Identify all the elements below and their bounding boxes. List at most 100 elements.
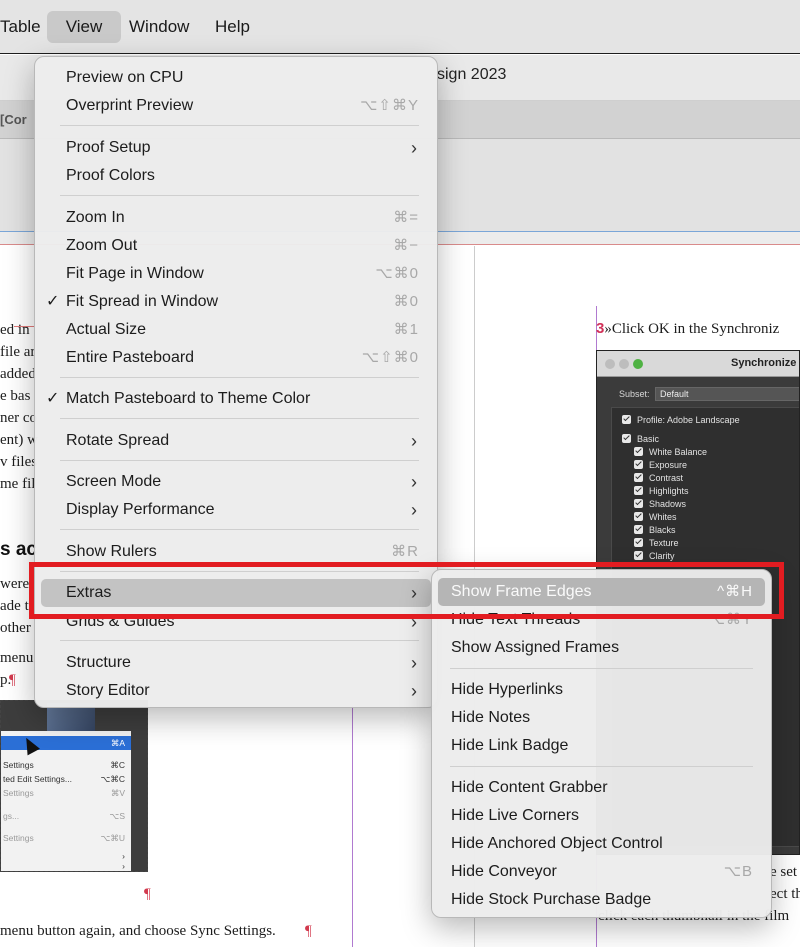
menu-item-overprint-preview[interactable]: Overprint Preview ⌥⇧⌘Y — [41, 92, 431, 120]
context-menu-item: Settings ⌘C — [3, 760, 125, 770]
paragraph-mark: ¶ — [144, 886, 151, 902]
extras-submenu: Hide Text Threads ⌥⌘Y Show Frame Edges ^⌘H… — [431, 569, 772, 918]
close-dot-icon — [605, 359, 615, 369]
menu-item-show-assigned-frames[interactable]: Show Assigned Frames — [438, 634, 765, 662]
checkbox-icon — [634, 460, 643, 469]
menu-item-label: Hide Notes — [451, 709, 531, 726]
menu-item-label: Actual Size — [66, 321, 147, 338]
sync-item: Texture — [634, 538, 679, 548]
menu-item-hide-conveyor[interactable]: Hide Conveyor ⌥B — [438, 858, 765, 886]
sync-item-label: Whites — [649, 512, 677, 522]
body-line: ner co — [0, 410, 38, 426]
context-menu-item: › — [122, 861, 125, 871]
zoom-dot-icon — [633, 359, 643, 369]
sync-item-label: Contrast — [649, 473, 684, 483]
sync-item: White Balance — [634, 447, 707, 457]
menu-item-label: Proof Colors — [66, 167, 155, 184]
shortcut: ⌘= — [393, 209, 419, 226]
body-line: ed in — [0, 322, 30, 338]
body-line: ent) w — [0, 432, 38, 448]
menu-item-match-pasteboard[interactable]: ✓ Match Pasteboard to Theme Color — [41, 385, 431, 413]
minimize-dot-icon — [619, 359, 629, 369]
sync-item: Clarity — [634, 551, 675, 561]
menu-item-label: Hide Conveyor — [451, 863, 557, 880]
document-tab[interactable]: [Cor — [0, 112, 27, 127]
step-line: 3»Click OK in the Synchroniz — [596, 320, 779, 338]
checkbox-icon — [634, 525, 643, 534]
chevron-right-icon: › — [411, 653, 417, 673]
menu-item-zoom-in[interactable]: Zoom In ⌘= — [41, 204, 431, 232]
column-guide — [352, 706, 353, 947]
subset-label: Subset: — [619, 389, 650, 399]
menu-item-label: Match Pasteboard to Theme Color — [66, 390, 311, 407]
menu-item-hide-link-badge[interactable]: Hide Link Badge — [438, 732, 765, 760]
sync-item-label: Highlights — [649, 486, 689, 496]
menu-item-proof-colors[interactable]: Proof Colors — [41, 162, 431, 190]
menu-separator — [60, 640, 419, 641]
chevron-right-icon: › — [411, 500, 417, 520]
menu-item-label: Show Assigned Frames — [451, 639, 620, 656]
menu-item-hide-notes[interactable]: Hide Notes — [438, 704, 765, 732]
context-menu: ⌘A Settings ⌘C ted Edit Settings... ⌥⌘C Se… — [1, 731, 131, 871]
body-line: ade t — [0, 598, 29, 614]
menu-item-story-editor[interactable]: Story Editor › — [41, 677, 431, 705]
menu-item-label: Hide Anchored Object Control — [451, 835, 663, 852]
menu-separator — [60, 377, 419, 378]
highlight-callout — [29, 562, 784, 619]
shortcut: ⌘0 — [393, 293, 419, 310]
shortcut: ⌥B — [723, 863, 753, 880]
body-line: added — [0, 366, 36, 382]
menu-item-hide-stock-purchase-badge[interactable]: Hide Stock Purchase Badge — [438, 886, 765, 914]
menu-item-actual-size[interactable]: Actual Size ⌘1 — [41, 316, 431, 344]
menu-item-label: Fit Spread in Window — [66, 293, 219, 310]
menu-item-fit-spread[interactable]: ✓ Fit Spread in Window ⌘0 — [41, 288, 431, 316]
context-menu-image[interactable]: ⌘A Settings ⌘C ted Edit Settings... ⌥⌘C Se… — [0, 700, 148, 872]
menu-window[interactable]: Window — [119, 11, 199, 43]
menu-help[interactable]: Help — [205, 11, 260, 43]
paragraph-mark: ¶ — [9, 672, 16, 688]
menu-separator — [450, 668, 753, 669]
menu-view[interactable]: View — [47, 11, 121, 43]
menu-item-zoom-out[interactable]: Zoom Out ⌘− — [41, 232, 431, 260]
section-heading: s ac — [0, 539, 37, 560]
menu-item-display-performance[interactable]: Display Performance › — [41, 496, 431, 524]
menu-separator — [450, 766, 753, 767]
subset-select: Default — [655, 387, 799, 401]
app-title: sign 2023 — [437, 66, 507, 83]
menu-item-hide-anchored-object-control[interactable]: Hide Anchored Object Control — [438, 830, 765, 858]
checkbox-icon — [634, 486, 643, 495]
chevron-right-icon: › — [411, 681, 417, 701]
menu-table[interactable]: Table — [0, 11, 51, 43]
menu-item-label: Preview on CPU — [66, 69, 184, 86]
checkbox-icon — [634, 447, 643, 456]
chevron-right-icon: › — [411, 138, 417, 158]
sync-item-label: Shadows — [649, 499, 687, 509]
menu-item-label: Fit Page in Window — [66, 265, 204, 282]
sync-item: Whites — [634, 512, 677, 522]
menu-item-preview-on-cpu[interactable]: Preview on CPU — [41, 64, 431, 92]
body-line: e set — [770, 864, 798, 880]
menu-item-rotate-spread[interactable]: Rotate Spread › — [41, 427, 431, 455]
menu-item-proof-setup[interactable]: Proof Setup › — [41, 134, 431, 162]
profile-row: Profile: Adobe Landscape — [622, 415, 740, 425]
menu-separator — [60, 125, 419, 126]
menu-item-label: Hide Link Badge — [451, 737, 569, 754]
profile-label: Profile: Adobe Landscape — [637, 415, 740, 425]
menu-item-screen-mode[interactable]: Screen Mode › — [41, 468, 431, 496]
menu-item-label: Show Rulers — [66, 543, 157, 560]
sync-item-label: Texture — [649, 538, 679, 548]
menu-item-hide-content-grabber[interactable]: Hide Content Grabber — [438, 774, 765, 802]
menu-item-fit-page[interactable]: Fit Page in Window ⌥⌘0 — [41, 260, 431, 288]
menu-item-structure[interactable]: Structure › — [41, 649, 431, 677]
menu-item-label: Zoom Out — [66, 237, 138, 254]
checkbox-icon — [622, 434, 631, 443]
menu-item-hide-live-corners[interactable]: Hide Live Corners — [438, 802, 765, 830]
menu-item-entire-pasteboard[interactable]: Entire Pasteboard ⌥⇧⌘0 — [41, 344, 431, 372]
menu-separator — [60, 460, 419, 461]
menu-item-label: Hide Stock Purchase Badge — [451, 891, 652, 908]
chevron-right-icon: › — [411, 431, 417, 451]
checkbox-icon — [634, 551, 643, 560]
menu-item-hide-hyperlinks[interactable]: Hide Hyperlinks — [438, 676, 765, 704]
checkmark-icon: ✓ — [46, 390, 60, 407]
step-text: »Click OK in the Synchroniz — [604, 321, 780, 337]
